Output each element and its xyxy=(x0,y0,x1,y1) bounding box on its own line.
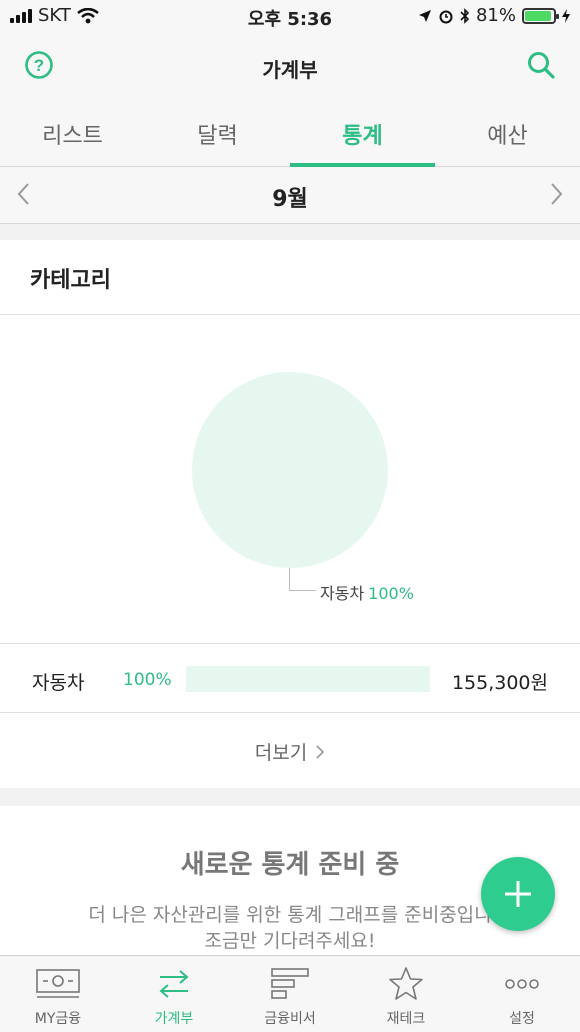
category-card: 카테고리 자동차 100% 자동차 100% 155,300원 더보기 xyxy=(0,240,580,788)
category-row[interactable]: 자동차 100% 155,300원 xyxy=(0,644,580,712)
more-button[interactable]: 더보기 xyxy=(0,738,580,765)
tabbar-label: MY금융 xyxy=(34,1011,82,1027)
chevron-right-icon[interactable] xyxy=(548,181,564,207)
page-title: 가계부 xyxy=(262,58,318,82)
alarm-icon xyxy=(439,10,453,23)
divider xyxy=(0,314,580,315)
tabbar-item-settings[interactable]: 설정 xyxy=(464,956,580,1032)
tabbar-label: 재테크 xyxy=(386,1011,426,1027)
status-right: 81% xyxy=(418,5,570,26)
tab-budget[interactable]: 예산 xyxy=(435,100,580,166)
tabbar-item-household[interactable]: 가계부 xyxy=(116,956,232,1032)
category-row-amount: 155,300원 xyxy=(451,672,548,694)
tabbar-label: 설정 xyxy=(509,1011,535,1027)
pie-label-percent: 100% xyxy=(368,584,414,603)
money-icon xyxy=(36,969,80,998)
chevron-right-icon xyxy=(316,745,325,759)
bottom-tab-bar: MY금융 가계부 금융비서 재테크 설정 xyxy=(0,955,580,1032)
month-selector: 9월 xyxy=(0,167,580,224)
more-icon xyxy=(505,979,539,989)
more-label: 더보기 xyxy=(254,742,308,764)
search-icon[interactable] xyxy=(526,50,556,80)
tab-statistics[interactable]: 통계 xyxy=(290,100,435,167)
tabbar-item-my-finance[interactable]: MY금융 xyxy=(0,956,116,1032)
star-icon xyxy=(389,967,423,1000)
charging-icon xyxy=(562,8,570,23)
tab-calendar[interactable]: 달력 xyxy=(145,100,290,166)
add-button[interactable] xyxy=(481,857,555,931)
category-title: 카테고리 xyxy=(30,268,111,293)
category-row-percent: 100% xyxy=(123,670,172,690)
tabbar-item-assistant[interactable]: 금융비서 xyxy=(232,956,348,1032)
category-row-bar xyxy=(186,666,430,692)
bars-icon xyxy=(271,968,309,999)
battery-icon xyxy=(522,7,559,24)
battery-percent: 81% xyxy=(475,5,516,26)
top-tabs: 리스트 달력 통계 예산 xyxy=(0,100,580,167)
location-arrow-icon xyxy=(418,9,431,22)
month-label: 9월 xyxy=(272,187,308,212)
pie-label: 자동차 100% xyxy=(320,580,414,604)
pie-chart xyxy=(192,372,388,568)
transfer-icon xyxy=(159,970,189,998)
pie-label-name: 자동차 xyxy=(320,584,365,603)
pie-leader-line xyxy=(289,568,316,591)
app-header: ? 가계부 xyxy=(0,32,580,100)
bluetooth-icon xyxy=(460,7,470,24)
divider xyxy=(0,712,580,713)
tabbar-item-investment[interactable]: 재테크 xyxy=(348,956,464,1032)
status-bar: SKT 오후 5:36 81% xyxy=(0,0,580,32)
tab-list[interactable]: 리스트 xyxy=(0,100,145,166)
category-row-name: 자동차 xyxy=(32,672,85,694)
tabbar-label: 가계부 xyxy=(154,1011,194,1027)
notice-text-line2: 조금만 기다려주세요! xyxy=(204,930,376,952)
plus-icon xyxy=(505,881,531,907)
tabbar-label: 금융비서 xyxy=(264,1011,316,1027)
